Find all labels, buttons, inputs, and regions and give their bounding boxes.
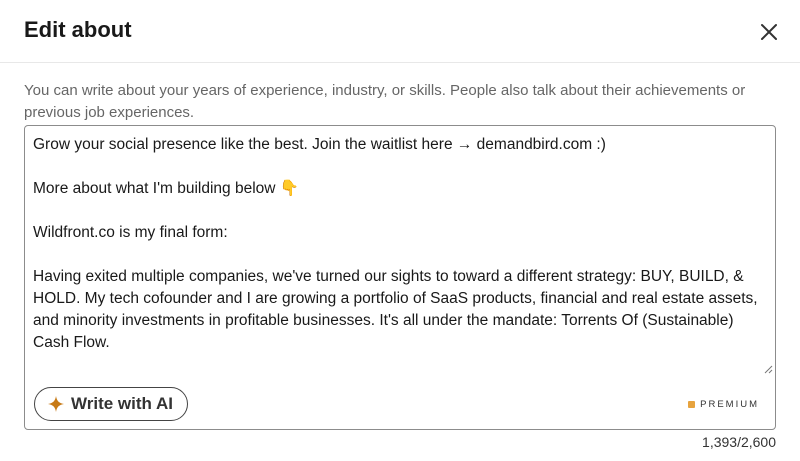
close-icon [761, 24, 777, 40]
character-counter: 1,393/2,600 [702, 434, 776, 450]
about-description: You can write about your years of experi… [24, 82, 746, 121]
premium-icon [688, 401, 696, 408]
resize-handle-icon[interactable] [763, 364, 773, 374]
about-textarea[interactable]: Grow your social presence like the best.… [25, 126, 775, 378]
header-divider [0, 62, 800, 63]
dialog-header: Edit about [0, 0, 800, 62]
write-with-ai-label: Write with AI [71, 394, 173, 413]
premium-label: PREMIUM [700, 399, 759, 410]
sparkle-icon [48, 396, 64, 412]
close-button[interactable] [750, 13, 788, 51]
about-text[interactable]: Grow your social presence like the best.… [25, 126, 775, 378]
premium-badge: PREMIUM [688, 399, 759, 410]
about-editor: Grow your social presence like the best.… [24, 125, 776, 430]
dialog-title: Edit about [24, 17, 132, 42]
write-with-ai-button[interactable]: Write with AI [34, 387, 188, 421]
